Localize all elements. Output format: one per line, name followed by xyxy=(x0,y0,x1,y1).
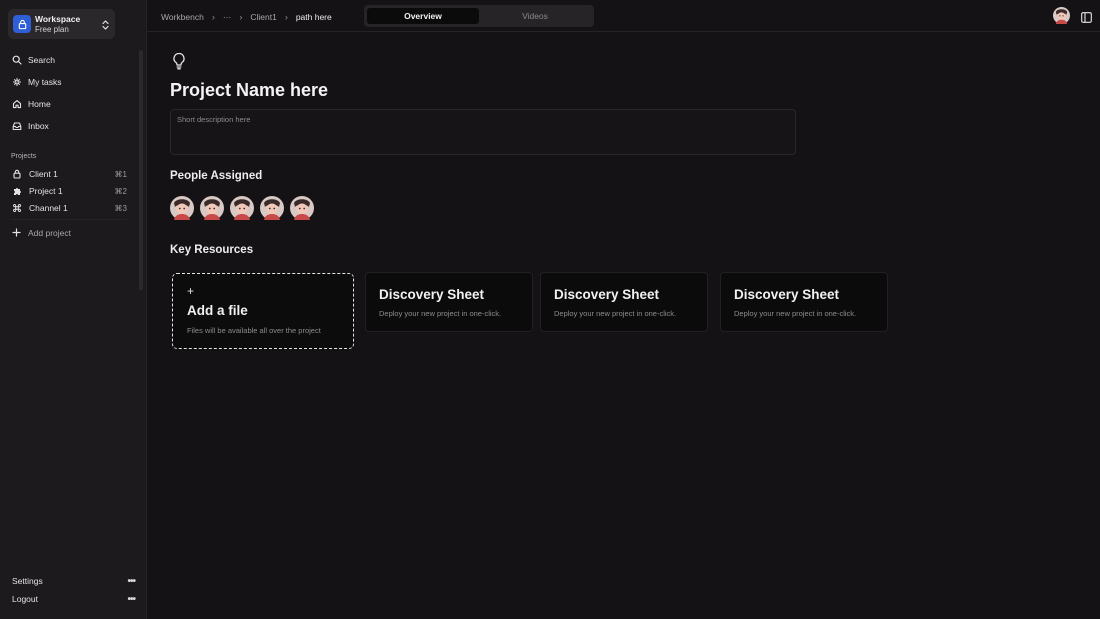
tab-overview[interactable]: Overview xyxy=(367,8,479,24)
avatar[interactable] xyxy=(170,196,194,220)
sidebar-item-client-1[interactable]: Client 1 ⌘1 xyxy=(12,167,127,181)
sidebar: Workspace Free plan Search My tasks Home… xyxy=(0,0,147,619)
breadcrumb: Workbench › ··· › Client1 › path here xyxy=(161,10,332,24)
project-1-label: Project 1 xyxy=(29,186,63,196)
inbox-icon xyxy=(12,121,22,131)
chevron-right-icon: › xyxy=(284,12,288,22)
nav-search[interactable]: Search xyxy=(12,53,55,67)
workspace-switcher[interactable]: Workspace Free plan xyxy=(8,9,115,39)
nav-inbox[interactable]: Inbox xyxy=(12,119,49,133)
add-file-subtitle: Files will be available all over the pro… xyxy=(187,326,321,335)
search-icon xyxy=(12,55,22,65)
user-avatar[interactable] xyxy=(1053,7,1070,24)
add-project-button[interactable]: Add project xyxy=(12,226,71,240)
breadcrumb-client[interactable]: Client1 xyxy=(250,12,276,22)
avatar[interactable] xyxy=(290,196,314,220)
settings-item[interactable]: Settings ••• xyxy=(12,574,136,588)
description-placeholder: Short description here xyxy=(177,115,251,124)
nav-search-label: Search xyxy=(28,55,55,65)
key-resources-heading: Key Resources xyxy=(170,244,254,256)
more-dots-icon[interactable]: ••• xyxy=(127,576,135,587)
chevron-up-down-icon xyxy=(101,18,110,30)
view-tabs: Overview Videos xyxy=(364,5,594,27)
project-1-shortcut: ⌘2 xyxy=(114,186,127,196)
command-icon xyxy=(12,203,22,213)
settings-label: Settings xyxy=(12,576,43,586)
resource-subtitle: Deploy your new project in one-click. xyxy=(734,309,857,318)
chevron-right-icon: › xyxy=(211,12,215,22)
top-bar: Workbench › ··· › Client1 › path here Ov… xyxy=(147,0,1100,32)
puzzle-icon xyxy=(12,186,22,196)
nav-inbox-label: Inbox xyxy=(28,121,49,131)
page-title[interactable]: Project Name here xyxy=(170,80,328,101)
more-dots-icon[interactable]: ••• xyxy=(127,594,135,605)
breadcrumb-workbench[interactable]: Workbench xyxy=(161,12,204,22)
projects-section-label: Projects xyxy=(11,153,37,160)
nav-my-tasks[interactable]: My tasks xyxy=(12,75,62,89)
description-field[interactable]: Short description here xyxy=(170,109,796,155)
add-project-label: Add project xyxy=(28,228,71,238)
avatar[interactable] xyxy=(230,196,254,220)
people-list xyxy=(170,196,314,220)
client-1-shortcut: ⌘1 xyxy=(114,169,127,179)
resource-subtitle: Deploy your new project in one-click. xyxy=(379,309,502,318)
plus-icon: + xyxy=(187,284,195,298)
home-icon xyxy=(12,99,22,109)
lightbulb-icon xyxy=(172,52,186,70)
workspace-name: Workspace xyxy=(35,14,81,24)
avatar[interactable] xyxy=(260,196,284,220)
tab-videos[interactable]: Videos xyxy=(479,8,591,24)
sidebar-divider xyxy=(10,219,127,220)
resource-card[interactable]: Discovery Sheet Deploy your new project … xyxy=(540,272,708,332)
avatar[interactable] xyxy=(200,196,224,220)
sidebar-item-project-1[interactable]: Project 1 ⌘2 xyxy=(12,184,127,198)
tasks-icon xyxy=(12,77,22,87)
workspace-logo-icon xyxy=(13,15,31,33)
plus-icon xyxy=(12,227,21,239)
channel-1-label: Channel 1 xyxy=(29,203,68,213)
people-assigned-heading: People Assigned xyxy=(170,170,263,182)
add-file-card[interactable]: + Add a file Files will be available all… xyxy=(172,273,354,349)
breadcrumb-current: path here xyxy=(295,12,332,22)
workspace-plan: Free plan xyxy=(35,25,69,34)
resource-card[interactable]: Discovery Sheet Deploy your new project … xyxy=(720,272,888,332)
channel-1-shortcut: ⌘3 xyxy=(114,203,127,213)
nav-home-label: Home xyxy=(28,99,51,109)
client-1-label: Client 1 xyxy=(29,169,58,179)
nav-home[interactable]: Home xyxy=(12,97,51,111)
resource-card[interactable]: Discovery Sheet Deploy your new project … xyxy=(365,272,533,332)
breadcrumb-ellipsis[interactable]: ··· xyxy=(223,12,232,22)
chevron-right-icon: › xyxy=(239,12,243,22)
logout-label: Logout xyxy=(12,594,38,604)
lock-icon xyxy=(12,169,22,179)
resource-title: Discovery Sheet xyxy=(379,287,485,302)
sidebar-toggle-icon[interactable] xyxy=(1081,10,1092,23)
resource-title: Discovery Sheet xyxy=(554,287,660,302)
resource-title: Discovery Sheet xyxy=(734,287,840,302)
add-file-title: Add a file xyxy=(187,303,248,318)
nav-my-tasks-label: My tasks xyxy=(28,77,62,87)
resource-subtitle: Deploy your new project in one-click. xyxy=(554,309,677,318)
sidebar-item-channel-1[interactable]: Channel 1 ⌘3 xyxy=(12,201,127,215)
app-window: Workspace Free plan Search My tasks Home… xyxy=(0,0,1100,619)
sidebar-scrollbar[interactable] xyxy=(139,50,143,290)
logout-item[interactable]: Logout ••• xyxy=(12,592,136,606)
